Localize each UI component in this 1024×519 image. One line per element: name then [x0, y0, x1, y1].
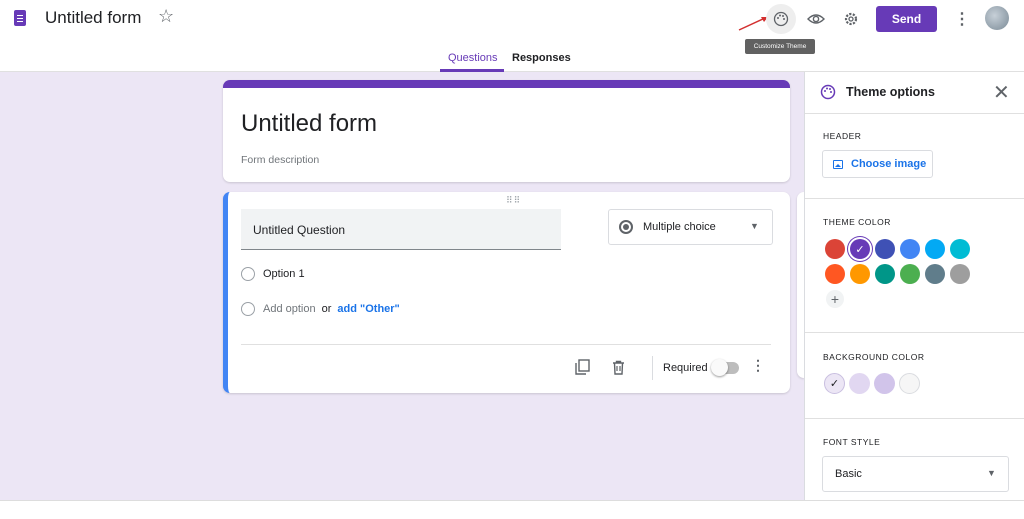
theme-color-label: THEME COLOR	[823, 217, 891, 227]
add-option-link[interactable]: Add option	[263, 303, 316, 315]
image-icon	[833, 160, 843, 169]
card-divider	[241, 344, 771, 345]
forms-doc-icon[interactable]	[14, 10, 26, 26]
header-section-label: HEADER	[823, 131, 862, 141]
theme-color-swatch[interactable]	[825, 264, 845, 284]
question-card[interactable]: ⠿⠿ Untitled Question Multiple choice ▼ O…	[223, 192, 790, 393]
section-divider	[805, 418, 1024, 419]
add-color-icon[interactable]: +	[826, 290, 844, 308]
required-toggle[interactable]	[711, 359, 739, 376]
background-color-swatch[interactable]	[874, 373, 895, 394]
trash-icon[interactable]	[609, 358, 627, 376]
theme-color-swatch[interactable]	[850, 264, 870, 284]
form-title-card[interactable]: Untitled form Form description	[223, 80, 790, 182]
gear-icon[interactable]	[836, 4, 866, 34]
font-style-value: Basic	[835, 468, 862, 480]
font-style-label: FONT STYLE	[823, 437, 881, 447]
background-color-swatch[interactable]	[849, 373, 870, 394]
palette-icon	[820, 84, 836, 100]
star-icon[interactable]: ☆	[158, 6, 174, 27]
theme-color-swatch[interactable]	[925, 239, 945, 259]
theme-color-swatch[interactable]	[900, 264, 920, 284]
theme-color-swatch[interactable]	[925, 264, 945, 284]
tab-responses[interactable]: Responses	[504, 50, 579, 72]
close-icon[interactable]: ✕	[993, 80, 1010, 105]
font-style-dropdown[interactable]: Basic ▼	[822, 456, 1009, 492]
required-label: Required	[663, 362, 708, 374]
eye-icon[interactable]	[801, 4, 831, 34]
background-color-label: BACKGROUND COLOR	[823, 352, 925, 362]
theme-options-panel: Theme options ✕ HEADER Choose image THEM…	[804, 72, 1024, 500]
radio-circle-icon	[241, 302, 255, 316]
section-divider	[805, 332, 1024, 333]
duplicate-icon[interactable]	[573, 358, 591, 376]
more-vert-icon[interactable]: ⋮	[947, 4, 977, 34]
floating-toolbar-edge	[797, 192, 804, 378]
form-description[interactable]: Form description	[241, 154, 319, 166]
question-title-text: Untitled Question	[253, 223, 346, 237]
add-option-row: Add option or add "Other"	[241, 301, 400, 317]
top-bar: Untitled form ☆ Send ⋮ Customize Theme Q…	[0, 0, 1024, 72]
theme-color-swatch[interactable]: ✓	[850, 239, 870, 259]
option-1-text[interactable]: Option 1	[263, 268, 305, 280]
theme-color-swatch[interactable]	[875, 264, 895, 284]
avatar[interactable]	[985, 6, 1009, 30]
drag-handle-icon[interactable]: ⠿⠿	[506, 195, 521, 206]
theme-color-swatch[interactable]	[900, 239, 920, 259]
panel-title: Theme options	[846, 85, 935, 99]
theme-color-swatch[interactable]	[825, 239, 845, 259]
choose-image-button[interactable]: Choose image	[822, 150, 933, 178]
dropdown-arrow-icon: ▼	[750, 221, 759, 231]
question-title-input[interactable]: Untitled Question	[241, 209, 561, 250]
form-title[interactable]: Untitled form	[45, 8, 141, 28]
footer-separator	[652, 356, 653, 380]
more-vert-icon[interactable]: ⋮	[751, 357, 765, 374]
theme-color-swatch[interactable]	[950, 239, 970, 259]
send-button[interactable]: Send	[876, 6, 937, 32]
form-heading[interactable]: Untitled form	[241, 110, 377, 138]
background-color-swatch[interactable]	[899, 373, 920, 394]
tab-questions[interactable]: Questions	[440, 50, 504, 72]
or-text: or	[321, 303, 332, 315]
choose-image-label: Choose image	[851, 158, 927, 170]
tooltip-customize-theme: Customize Theme	[745, 39, 815, 54]
radio-button-icon	[619, 220, 633, 234]
theme-color-swatch[interactable]	[875, 239, 895, 259]
dropdown-arrow-icon: ▼	[987, 468, 996, 478]
palette-icon[interactable]	[766, 4, 796, 34]
option-row[interactable]: Option 1	[241, 266, 305, 282]
question-type-label: Multiple choice	[643, 221, 716, 233]
theme-color-swatch[interactable]	[950, 264, 970, 284]
add-other-link[interactable]: add "Other"	[337, 303, 399, 315]
question-type-dropdown[interactable]: Multiple choice ▼	[608, 209, 773, 245]
form-tabs: Questions Responses	[440, 50, 579, 72]
panel-header: Theme options ✕	[805, 72, 1024, 114]
page-bottom	[0, 500, 1024, 519]
section-divider	[805, 198, 1024, 199]
background-color-swatch[interactable]: ✓	[824, 373, 845, 394]
radio-circle-icon	[241, 267, 255, 281]
